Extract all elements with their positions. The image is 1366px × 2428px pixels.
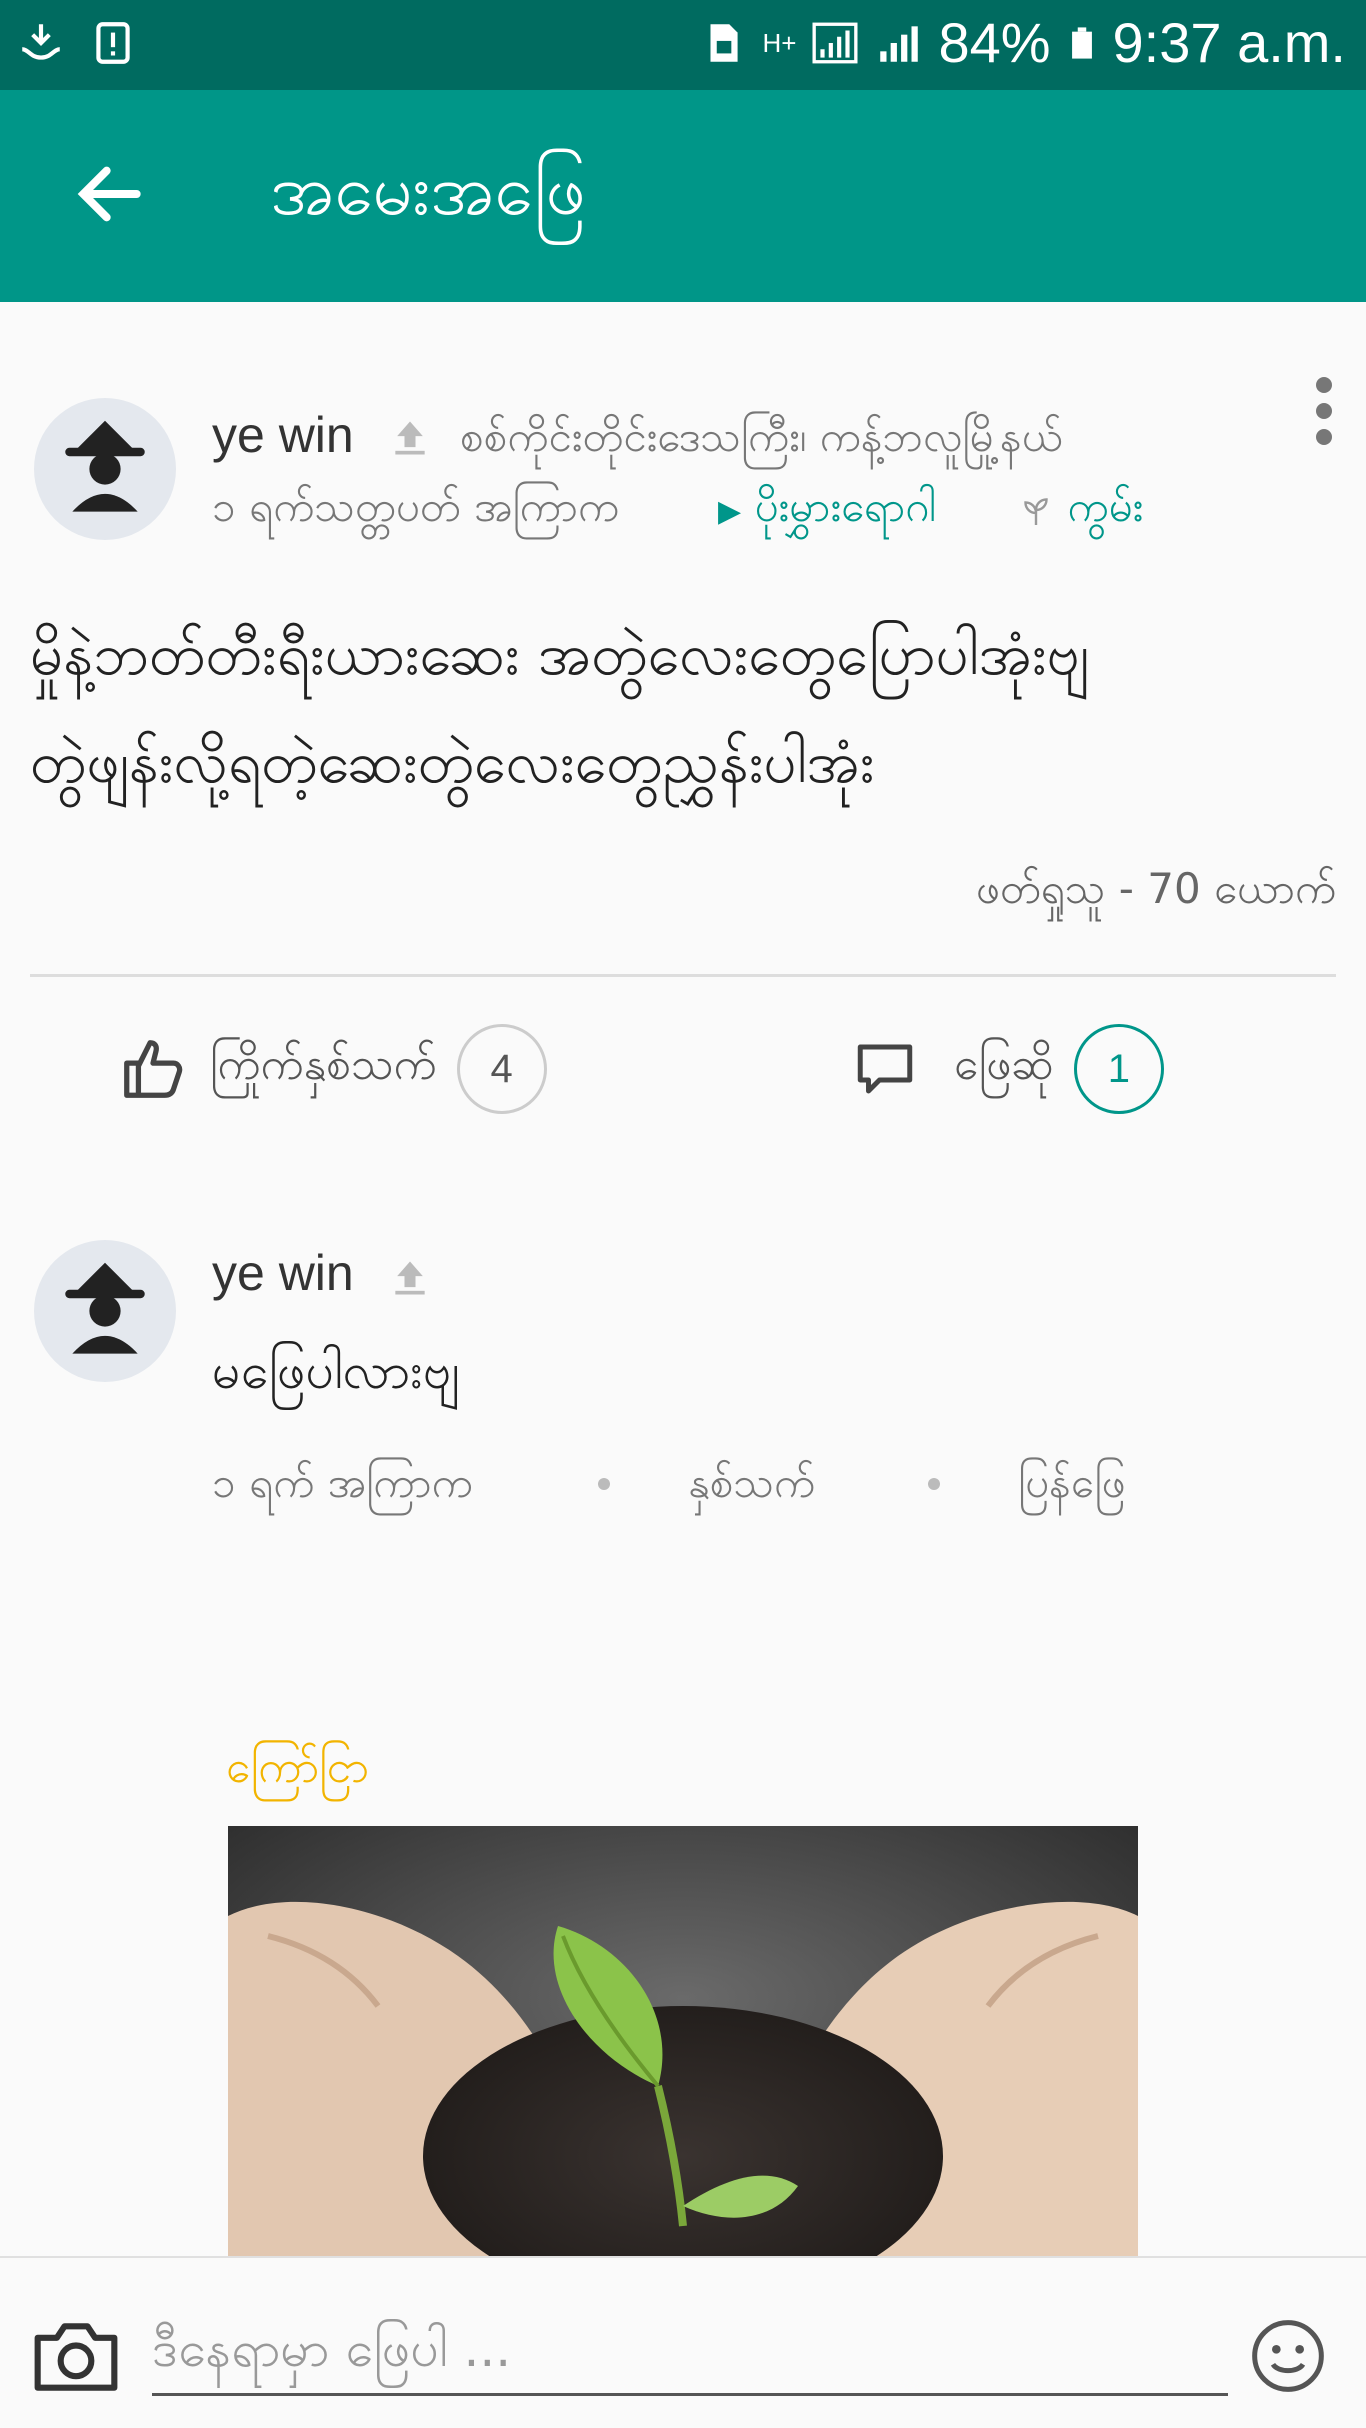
ad-image[interactable] [228, 1826, 1138, 2256]
comment-like-link[interactable]: နှစ်သက် [688, 1456, 815, 1518]
back-arrow-icon[interactable] [70, 154, 150, 234]
crop-plant-icon [1024, 497, 1048, 525]
divider [30, 974, 1336, 977]
post-category[interactable]: ▶ ပိုးမွှားရောဂါ [718, 480, 936, 542]
question-line-2: တွဲဖျန်းလို့ရတဲ့ဆေးတွဲလေးတွေညွှန်းပါအုံး [30, 728, 875, 796]
page-title: အမေးအဖြေ [270, 149, 586, 231]
separator-dot [598, 1478, 610, 1490]
avatar[interactable] [34, 398, 176, 540]
post-crop[interactable]: ကွမ်း [1018, 480, 1143, 542]
download-notification-icon [21, 24, 61, 60]
answer-button[interactable]: ဖြေဆို 1 [852, 1024, 1164, 1114]
question-body: မှိုနဲ့ဘတ်တီးရီးယားဆေး အတွဲလေးတွေပြောပါအ… [30, 600, 1340, 816]
status-bar: H+ 84% 9:37 a.m. [0, 0, 1366, 90]
comment-avatar[interactable] [34, 1240, 176, 1382]
question-line-1: မှိုနဲ့ဘတ်တီးရီးယားဆေး အတွဲလေးတွေပြောပါအ… [30, 620, 1089, 688]
answer-input[interactable] [152, 2304, 1228, 2396]
post-time: ၁ ရက်သတ္တပတ် အကြာက [212, 482, 619, 531]
signal-strength-2-icon [880, 25, 919, 62]
comment-bubble-icon [857, 1044, 913, 1094]
sim-card-icon [710, 23, 739, 62]
thumbs-up-icon [124, 1040, 183, 1098]
post-location: စစ်ကိုင်းတိုင်းဒေသကြီး၊ ကန့်ဘလူမြို့နယ် [460, 412, 1063, 461]
user-rank-icon [395, 421, 425, 455]
alert-notification-icon [96, 22, 130, 64]
farmer-avatar-icon [65, 420, 145, 512]
app-bar: အမေးအဖြေ [0, 90, 1366, 302]
comment-text: မဖြေပါလားဗျ [212, 1342, 460, 1400]
like-label: ကြိုက်နှစ်သက် [210, 1039, 437, 1090]
crop-label: ကွမ်း [1067, 482, 1144, 531]
separator-dot [928, 1478, 940, 1490]
user-rank-icon [395, 1261, 425, 1295]
comment-reply-link[interactable]: ပြန်ဖြေ [1018, 1456, 1125, 1518]
emoji-icon[interactable] [1248, 2316, 1328, 2396]
view-count: ဖတ်ရှုသူ - 70 ယောက် [975, 864, 1336, 913]
battery-percent: 84% [938, 11, 1051, 74]
post-author-name[interactable]: ye win [212, 406, 354, 464]
clock: 9:37 a.m. [1112, 11, 1346, 74]
answer-label: ဖြေဆို [954, 1039, 1054, 1090]
category-arrow-icon: ▶ [718, 494, 742, 529]
signal-strength-icon [812, 22, 858, 63]
answer-input-bar [0, 2256, 1366, 2428]
like-button[interactable]: ကြိုက်နှစ်သက် 4 [118, 1024, 547, 1114]
ad-label: ကြော်ငြာ [226, 1742, 370, 1793]
camera-icon[interactable] [30, 2318, 122, 2396]
comment-author-name[interactable]: ye win [212, 1244, 354, 1302]
battery-icon [1071, 26, 1092, 59]
network-type: H+ [762, 27, 797, 58]
seedling-in-hands-image [228, 1826, 1138, 2256]
comment-time: ၁ ရက် အကြာက [212, 1458, 473, 1507]
farmer-avatar-icon [65, 1262, 145, 1354]
more-options-icon[interactable] [1312, 377, 1336, 447]
like-count-badge: 4 [456, 1024, 547, 1114]
answer-count-badge: 1 [1073, 1024, 1164, 1114]
category-label: ပိုးမွှားရောဂါ [754, 482, 937, 531]
